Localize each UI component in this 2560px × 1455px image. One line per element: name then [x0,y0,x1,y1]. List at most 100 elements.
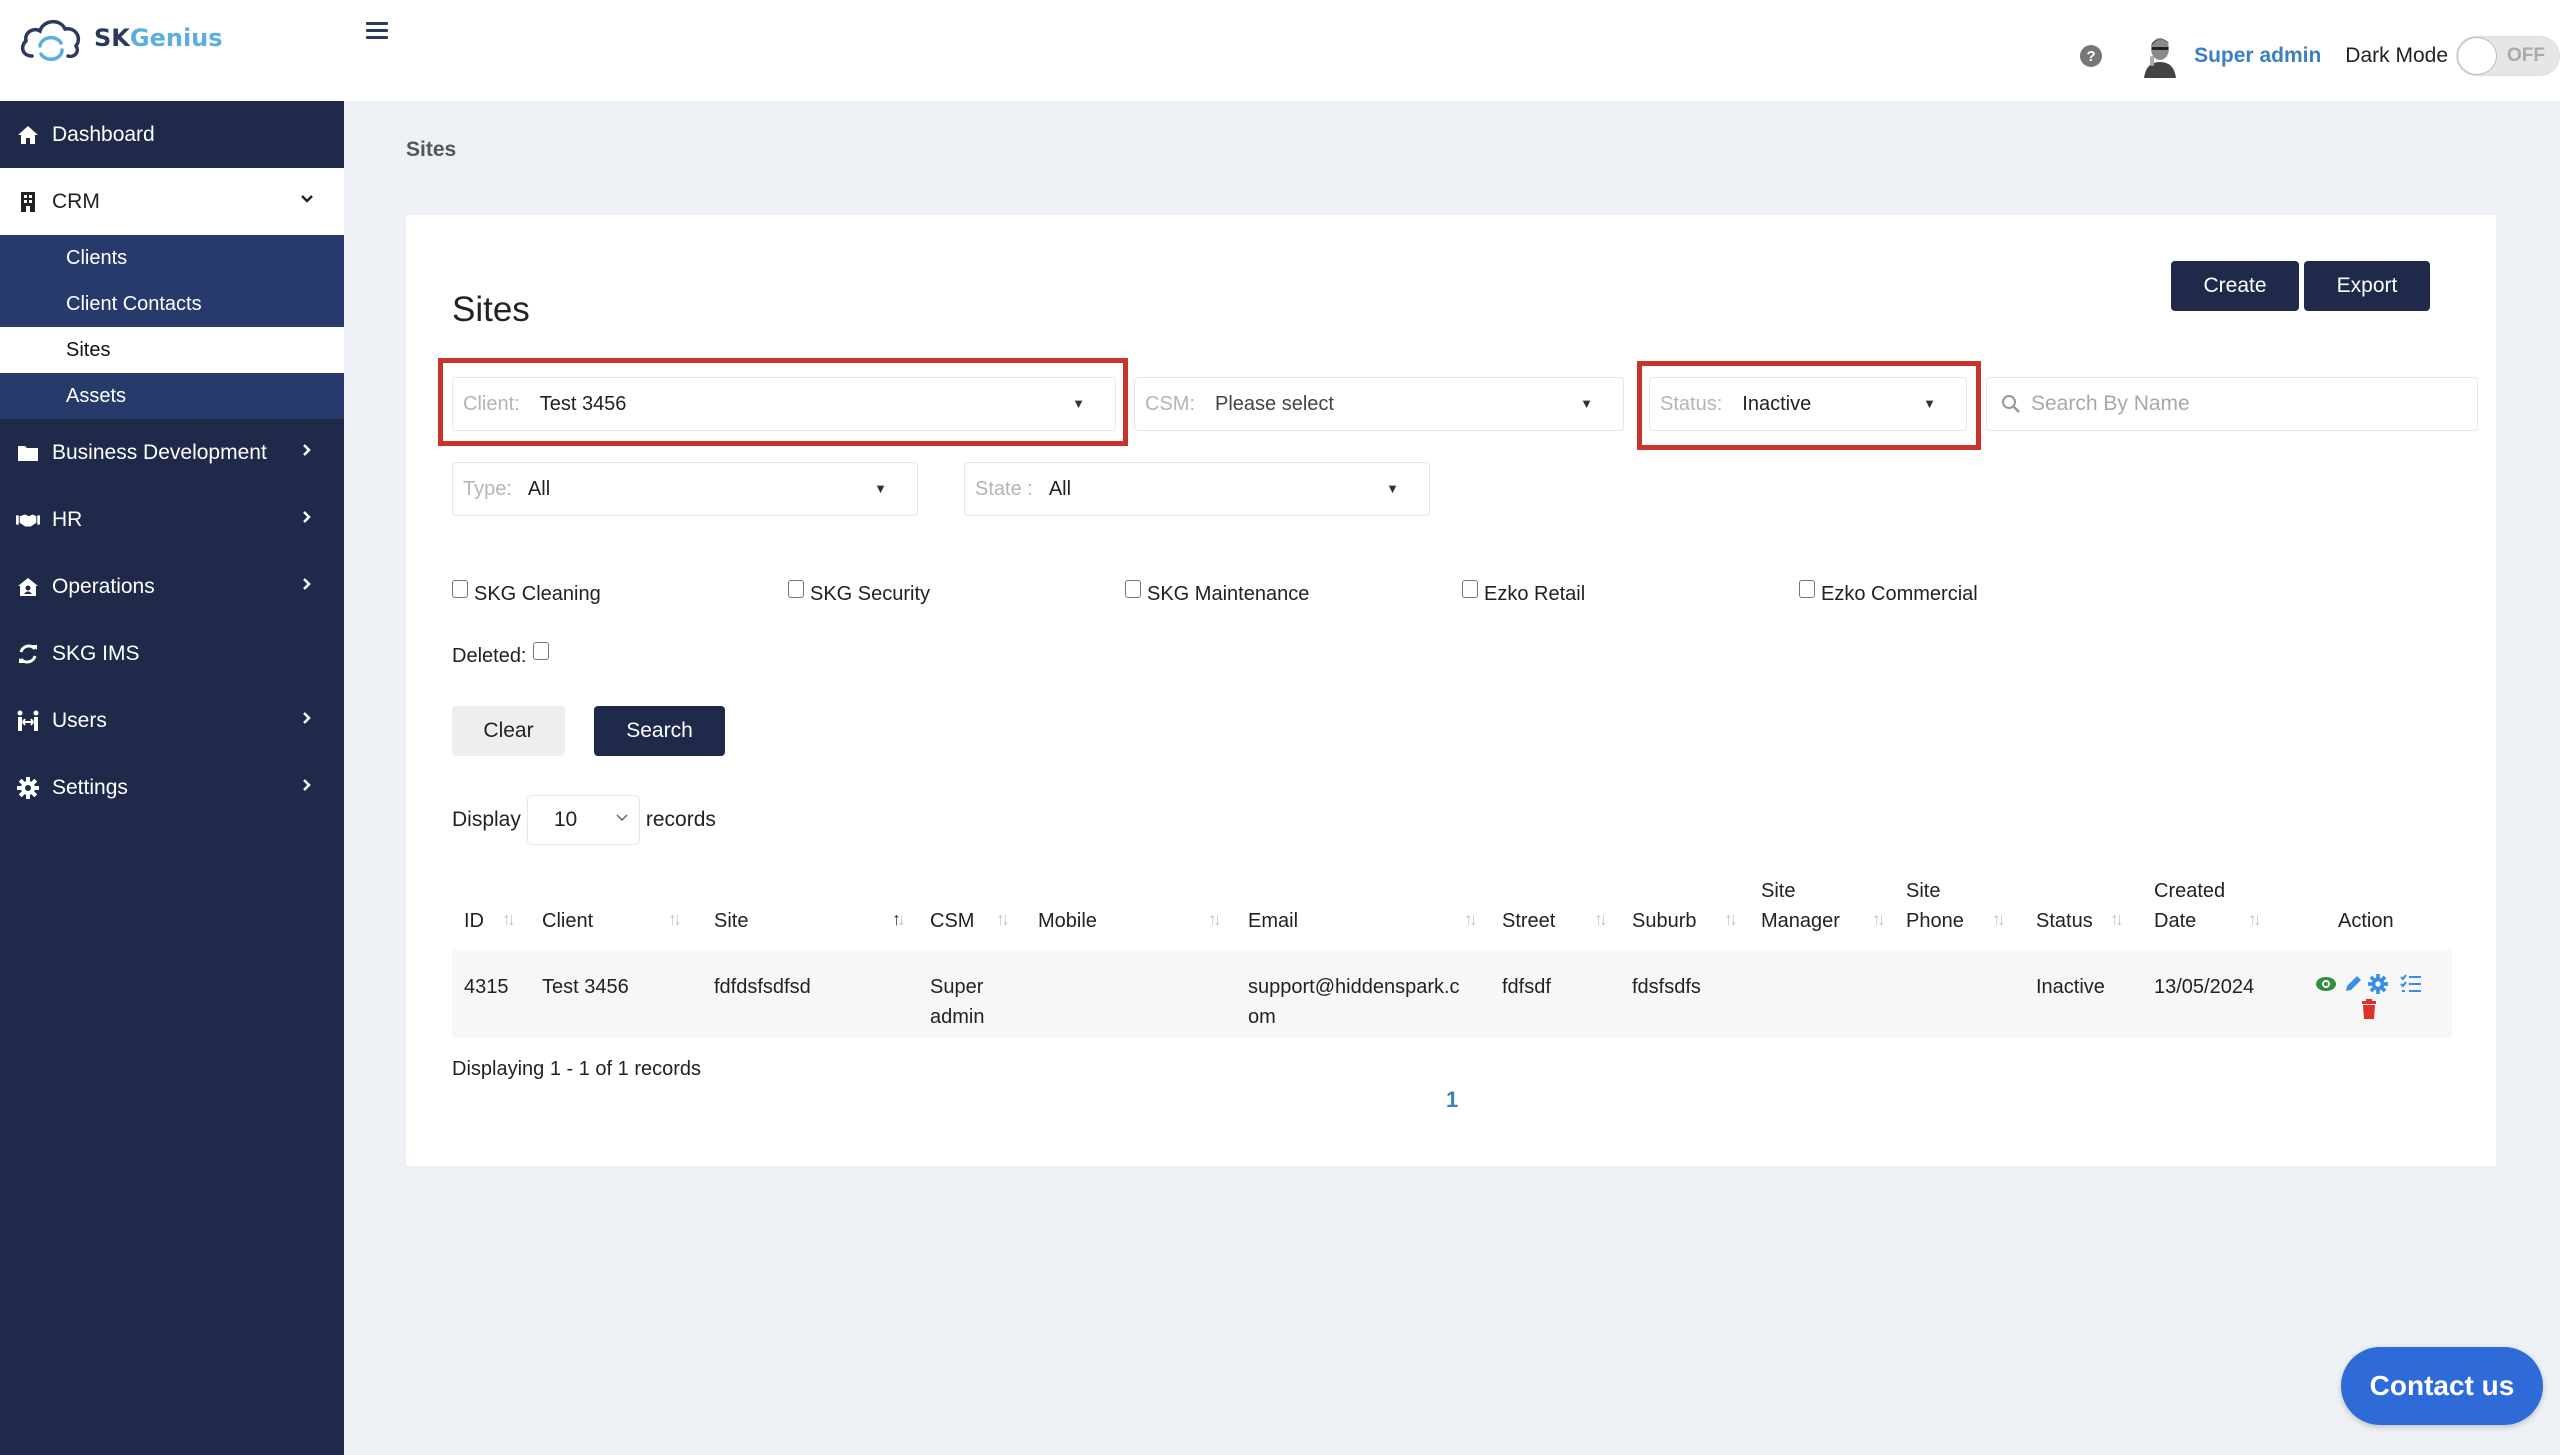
handshake-icon [16,508,40,532]
column-header-site[interactable]: Site [714,906,748,936]
sidebar-item-hr[interactable]: HR [0,486,344,553]
sidebar-subitem-clients[interactable]: Clients [0,235,344,281]
sidebar-item-label: CRM [52,189,100,213]
sidebar-item-settings[interactable]: Settings [0,754,344,821]
logo-genius: Genius [129,24,223,52]
checkbox[interactable] [788,579,804,598]
csm-select[interactable]: CSM: Please select ▼ [1134,377,1624,431]
column-header-created-date[interactable]: Created Date [2154,876,2225,936]
checkbox-label: SKG Cleaning [474,583,601,605]
sort-icon[interactable]: ↑↓ [1724,909,1738,930]
client-select-value: Test 3456 [539,392,627,415]
sort-icon[interactable]: ↑↓ [1872,909,1886,930]
cell-client: Test 3456 [542,976,629,998]
clear-button[interactable]: Clear [452,706,565,756]
search-by-name[interactable] [1986,377,2478,431]
state-select[interactable]: State : All ▼ [964,462,1430,516]
sort-icon[interactable]: ↑↓ [2248,909,2262,930]
pagination-page-1[interactable]: 1 [1446,1087,1458,1113]
cell-csm: Super admin [930,972,984,1032]
column-header-site-manager[interactable]: Site Manager [1761,876,1840,936]
building-icon [16,190,40,214]
header-line-2: Date [2154,910,2197,932]
dark-mode-toggle[interactable]: OFF [2456,36,2560,76]
row-actions [2315,972,2435,1020]
sidebar-item-users[interactable]: Users [0,687,344,754]
sites-card: Sites Create Export Client: Test 3456 ▼ … [406,215,2496,1166]
sort-icon[interactable]: ↑↓ [1208,909,1222,930]
sidebar-item-label: Business Development [52,440,267,464]
checkbox-ezko-commercial[interactable]: Ezko Commercial [1799,579,1978,606]
column-header-id[interactable]: ID [464,906,484,936]
gear-icon[interactable] [2368,973,2389,994]
export-button[interactable]: Export [2304,261,2430,311]
logo-text: SKGenius [94,24,223,52]
contact-us-button[interactable]: Contact us [2341,1347,2543,1425]
column-header-csm[interactable]: CSM [930,906,974,936]
sort-asc-icon[interactable]: ↑↓ [892,909,906,930]
trash-icon[interactable] [2361,998,2377,1019]
cell-site: fdfdsfsdfsd [714,976,811,998]
avatar[interactable] [2140,34,2180,78]
sort-icon[interactable]: ↑↓ [996,909,1010,930]
help-icon[interactable]: ? [2080,45,2103,67]
sort-icon[interactable]: ↑↓ [502,909,516,930]
type-select-value: All [527,477,551,500]
sidebar-subitem-sites[interactable]: Sites [0,327,344,373]
folder-icon [16,441,40,465]
edit-icon[interactable] [2343,974,2363,994]
sidebar-item-crm[interactable]: CRM [0,168,344,235]
username[interactable]: Super admin [2194,44,2321,68]
page-length-control: Display 10 records [452,795,716,845]
checkbox-skg-security[interactable]: SKG Security [788,579,930,606]
logo[interactable]: SKGenius [18,12,223,64]
checkbox[interactable] [1462,579,1478,598]
view-icon[interactable] [2315,975,2337,993]
sort-icon[interactable]: ↑↓ [1594,909,1608,930]
client-select[interactable]: Client: Test 3456 ▼ [452,377,1116,431]
sort-icon[interactable]: ↑↓ [668,909,682,930]
create-button[interactable]: Create [2171,261,2299,311]
sidebar-item-dashboard[interactable]: Dashboard [0,101,344,168]
checkbox-label: Ezko Retail [1484,583,1586,605]
type-select[interactable]: Type: All ▼ [452,462,918,516]
checkbox[interactable] [1799,579,1815,598]
column-header-email[interactable]: Email [1248,906,1298,936]
column-header-street[interactable]: Street [1502,906,1555,936]
sort-icon[interactable]: ↑↓ [1992,909,2006,930]
column-header-mobile[interactable]: Mobile [1038,906,1097,936]
sidebar-item-business-development[interactable]: Business Development [0,419,344,486]
status-select[interactable]: Status: Inactive ▼ [1649,377,1967,431]
sidebar-item-skg-ims[interactable]: SKG IMS [0,620,344,687]
checkbox[interactable] [452,579,468,598]
deleted-checkbox[interactable] [532,641,549,660]
deleted-filter: Deleted: [452,641,555,668]
header-line-1: Created [2154,880,2226,902]
cell-created-date: 13/05/2024 [2154,976,2255,998]
column-header-suburb[interactable]: Suburb [1632,906,1697,936]
sidebar-subitem-client-contacts[interactable]: Client Contacts [0,281,344,327]
page-length-select[interactable]: 10 [526,795,640,845]
checkbox[interactable] [1125,579,1141,598]
checklist-icon[interactable] [2399,974,2422,994]
sidebar-item-operations[interactable]: Operations [0,553,344,620]
checkbox-skg-cleaning[interactable]: SKG Cleaning [452,579,601,606]
search-input[interactable] [2031,392,2471,416]
sort-icon[interactable]: ↑↓ [1464,909,1478,930]
sidebar-subitem-assets[interactable]: Assets [0,373,344,419]
sidebar-item-label: SKG IMS [52,641,140,665]
column-header-client[interactable]: Client [542,906,593,936]
deleted-label: Deleted: [452,645,527,667]
header-line-2: Phone [1906,910,1964,932]
sort-icon[interactable]: ↑↓ [2110,909,2124,930]
column-header-action: Action [2338,910,2394,932]
search-button[interactable]: Search [594,706,725,756]
column-header-status[interactable]: Status [2036,906,2093,936]
status-select-value: Inactive [1742,392,1812,415]
checkbox-ezko-retail[interactable]: Ezko Retail [1462,579,1586,606]
column-header-site-phone[interactable]: Site Phone [1906,876,1964,936]
hamburger-menu-icon[interactable] [366,22,388,40]
checkbox-skg-maintenance[interactable]: SKG Maintenance [1125,579,1309,606]
caret-down-icon: ▼ [1072,396,1085,411]
dark-mode-label: Dark Mode [2345,44,2448,67]
